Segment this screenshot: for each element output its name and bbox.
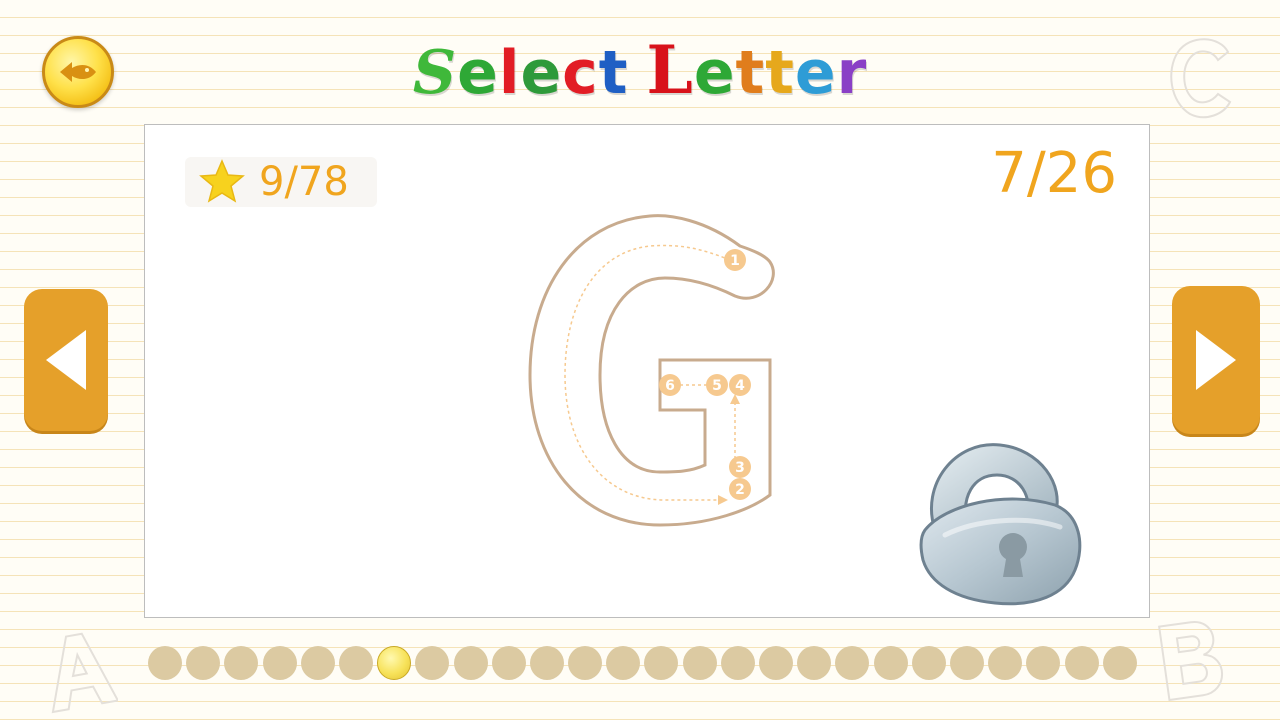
progress-dot[interactable] [911, 646, 946, 680]
title-letter: L [646, 31, 694, 109]
stars-counter: 9/78 [185, 157, 377, 207]
title-letter: S [412, 38, 458, 108]
page-counter: 7/26 [991, 141, 1117, 206]
progress-dot[interactable] [644, 646, 679, 680]
letter-progress-dots [148, 646, 1137, 686]
next-letter-button[interactable] [1172, 286, 1260, 434]
svg-text:6: 6 [665, 378, 675, 394]
previous-letter-button[interactable] [24, 289, 108, 431]
letter-g-tracing[interactable]: 1 2 3 4 5 6 [520, 210, 790, 530]
step-badge-2: 2 [729, 478, 751, 500]
title-letter: e [457, 38, 499, 108]
progress-dot[interactable] [568, 646, 603, 680]
padlock-icon [919, 443, 1082, 606]
title-letter: r [836, 38, 868, 108]
title-letter: c [562, 38, 599, 108]
progress-dot[interactable] [1064, 646, 1099, 680]
title-letter: l [498, 38, 521, 108]
progress-dot[interactable] [300, 646, 335, 680]
progress-dot-current[interactable] [377, 646, 412, 680]
progress-dot[interactable] [988, 646, 1023, 680]
title-letter: t [735, 38, 766, 108]
step-badge-6: 6 [659, 374, 681, 396]
step-badge-1: 1 [724, 249, 746, 271]
title-letter: e [520, 38, 563, 108]
progress-dot[interactable] [873, 646, 908, 680]
progress-dot[interactable] [606, 646, 641, 680]
step-badge-3: 3 [729, 456, 751, 478]
decorative-letter-b [1158, 621, 1224, 702]
svg-text:3: 3 [735, 460, 745, 476]
title-letter: t [598, 38, 629, 108]
progress-dot[interactable] [835, 646, 870, 680]
stars-count: 9/78 [259, 159, 349, 205]
svg-text:2: 2 [735, 482, 745, 498]
progress-dot[interactable] [262, 646, 297, 680]
progress-dot[interactable] [682, 646, 717, 680]
title-letter: t [765, 38, 795, 108]
letter-card: 9/78 7/26 1 2 3 4 5 6 [144, 124, 1150, 618]
progress-dot[interactable] [797, 646, 832, 680]
progress-dot[interactable] [186, 646, 221, 680]
page-title: Select Letter [0, 30, 1280, 110]
star-icon [199, 159, 245, 203]
progress-dot[interactable] [453, 646, 488, 680]
progress-dot[interactable] [415, 646, 450, 680]
svg-text:5: 5 [712, 378, 722, 394]
progress-dot[interactable] [224, 646, 259, 680]
progress-dot[interactable] [529, 646, 564, 680]
progress-dot[interactable] [720, 646, 755, 680]
triangle-right-icon [1196, 330, 1236, 390]
step-badge-5: 5 [706, 374, 728, 396]
title-letter: e [693, 38, 736, 108]
triangle-left-icon [46, 330, 86, 390]
step-badge-4: 4 [729, 374, 751, 396]
title-letter: e [794, 38, 837, 108]
decorative-letter-a [51, 632, 118, 714]
progress-dot[interactable] [759, 646, 793, 680]
progress-dot[interactable] [338, 646, 373, 680]
svg-text:1: 1 [730, 253, 740, 269]
progress-dot[interactable] [949, 646, 984, 680]
svg-text:4: 4 [735, 378, 745, 394]
progress-dot[interactable] [1102, 646, 1137, 680]
progress-dot[interactable] [1026, 646, 1061, 680]
progress-dot[interactable] [148, 646, 182, 680]
progress-dot[interactable] [491, 646, 526, 680]
